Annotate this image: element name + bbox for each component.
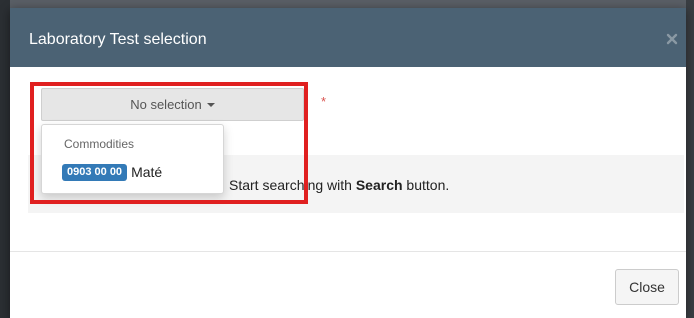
close-x-icon[interactable] [666,32,678,45]
required-marker: * [321,94,327,109]
footer-divider [10,251,686,252]
highlight-annotation-box [30,82,308,204]
close-button[interactable]: Close [615,269,679,305]
modal-title: Laboratory Test selection [29,31,207,48]
page-backdrop-left [0,0,10,318]
laboratory-test-modal: Laboratory Test selection No selection *… [10,8,686,318]
hint-text-after: button. [402,177,450,193]
hint-search-keyword: Search [355,177,403,193]
modal-header: Laboratory Test selection [10,8,686,67]
page-backdrop-right [686,0,694,318]
